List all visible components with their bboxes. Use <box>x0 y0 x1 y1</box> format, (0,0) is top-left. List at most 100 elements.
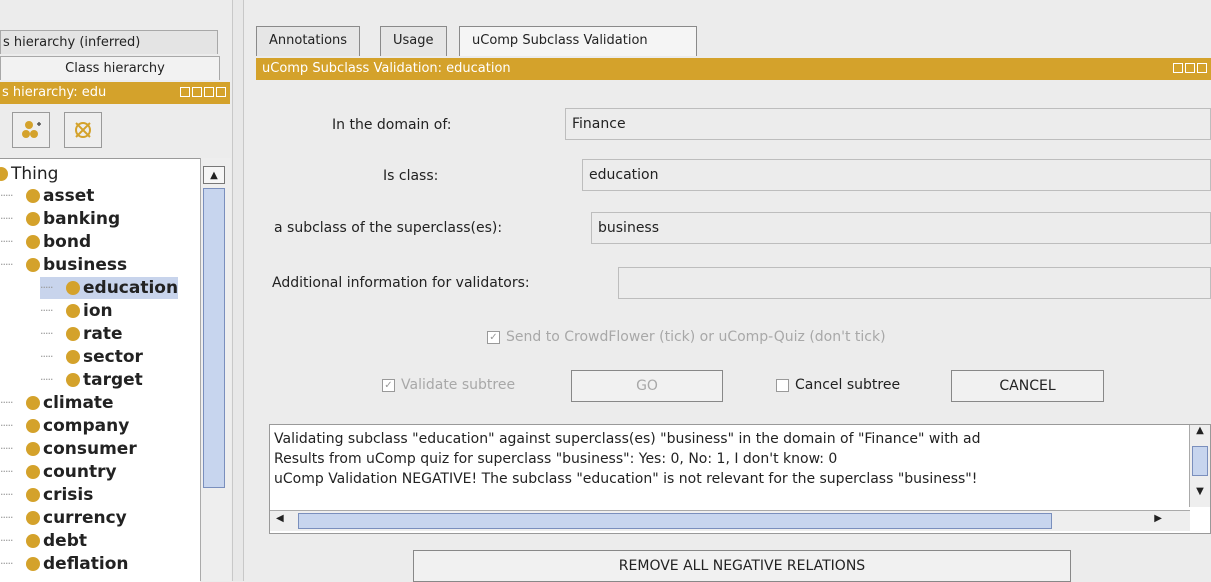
tab-annotations[interactable]: Annotations <box>256 26 361 56</box>
class-icon <box>66 373 80 387</box>
tree-node-sector[interactable]: ····· sector <box>40 346 143 368</box>
tree-node-deflation[interactable]: ····· deflation <box>0 553 129 575</box>
tree-node-label: rate <box>83 324 123 344</box>
scroll-thumb[interactable] <box>298 513 1052 529</box>
tree-connector: ····· <box>0 557 13 570</box>
class-hierarchy-title-text: s hierarchy: edu <box>2 85 107 100</box>
remove-negative-relations-button[interactable]: REMOVE ALL NEGATIVE RELATIONS <box>413 550 1071 582</box>
class-icon <box>26 442 40 456</box>
class-icon <box>26 419 40 433</box>
class-icon <box>26 511 40 525</box>
tree-connector: ····· <box>40 304 53 317</box>
scroll-right-arrow-icon[interactable]: ▶ <box>1154 513 1162 524</box>
tree-node-label: banking <box>43 209 121 229</box>
checkbox-checked-icon: ✓ <box>382 378 395 392</box>
tree-node-label: currency <box>43 508 127 528</box>
send-crowdflower-checkbox[interactable]: ✓ Send to CrowdFlower (tick) or uComp-Qui… <box>487 329 886 345</box>
class-icon <box>66 281 80 295</box>
tree-node-label: climate <box>43 393 114 413</box>
tree-node-climate[interactable]: ····· climate <box>0 392 114 414</box>
add-subclass-button[interactable] <box>12 112 50 148</box>
tree-connector: ····· <box>0 258 13 271</box>
tree-node-debt[interactable]: ····· debt <box>0 530 87 552</box>
tree-node-label: crisis <box>43 485 94 505</box>
scroll-left-arrow-icon[interactable]: ◀ <box>276 513 284 524</box>
domain-field[interactable]: Finance <box>565 108 1211 140</box>
tree-node-banking[interactable]: ····· banking <box>0 208 120 230</box>
tree-node-label: deflation <box>43 554 129 574</box>
tree-connector: ····· <box>0 465 13 478</box>
tree-connector: ····· <box>40 350 53 363</box>
scroll-down-arrow-icon[interactable]: ▼ <box>1190 486 1210 497</box>
cancel-subtree-checkbox[interactable]: Cancel subtree <box>776 377 900 393</box>
tree-node-currency[interactable]: ····· currency <box>0 507 127 529</box>
class-icon <box>66 304 80 318</box>
tree-node-company[interactable]: ····· company <box>0 415 129 437</box>
tree-node-crisis[interactable]: ····· crisis <box>0 484 93 506</box>
class-icon <box>26 396 40 410</box>
class-field[interactable]: education <box>582 159 1211 191</box>
tree-node-education[interactable]: ····· education <box>40 277 179 299</box>
cancel-button[interactable]: CANCEL <box>951 370 1104 402</box>
tree-connector: ····· <box>0 488 13 501</box>
validation-panel-title: uComp Subclass Validation: education <box>256 58 1211 80</box>
tree-node-business[interactable]: ····· business <box>0 254 127 276</box>
log-vertical-scrollbar[interactable]: ▲ ▼ <box>1189 425 1210 507</box>
tree-node-ion[interactable]: ····· ion <box>40 300 113 322</box>
delete-class-button[interactable] <box>64 112 102 148</box>
class-icon <box>66 327 80 341</box>
tree-connector: ····· <box>0 442 13 455</box>
superclass-field[interactable]: business <box>591 212 1211 244</box>
tree-node-bond[interactable]: ····· bond <box>0 231 91 253</box>
delete-class-icon <box>75 122 91 138</box>
add-subclass-icon <box>22 121 41 138</box>
tree-connector: ····· <box>40 373 53 386</box>
class-hierarchy-title: s hierarchy: edu <box>0 82 230 104</box>
class-tree[interactable]: Thing ····· asset ····· banking ····· bond ···… <box>0 158 200 582</box>
tab-ucomp-subclass-validation[interactable]: uComp Subclass Validation <box>459 26 697 56</box>
tab-class-hierarchy[interactable]: Class hierarchy <box>0 56 220 80</box>
scroll-thumb[interactable] <box>1192 446 1208 476</box>
log-line: Results from uComp quiz for superclass "… <box>274 451 838 467</box>
log-horizontal-scrollbar[interactable]: ◀ ▶ <box>270 510 1190 531</box>
additional-info-label: Additional information for validators: <box>272 275 530 291</box>
view-controls[interactable] <box>180 87 226 97</box>
tree-node-label: bond <box>43 232 92 252</box>
superclass-label: a subclass of the superclass(es): <box>274 220 503 236</box>
tab-usage[interactable]: Usage <box>380 26 447 56</box>
tree-node-country[interactable]: ····· country <box>0 461 117 483</box>
class-hierarchy-panel: s hierarchy (inferred) Class hierarchy s… <box>0 0 232 582</box>
class-label: Is class: <box>383 168 439 184</box>
tab-class-hierarchy-inferred[interactable]: s hierarchy (inferred) <box>0 30 218 54</box>
class-icon <box>26 534 40 548</box>
class-icon <box>26 465 40 479</box>
class-icon <box>26 258 40 272</box>
split-pane-divider[interactable] <box>232 0 244 581</box>
view-controls[interactable] <box>1173 63 1207 73</box>
tree-node-label: business <box>43 255 128 275</box>
tree-connector: ····· <box>0 534 13 547</box>
tree-node-target[interactable]: ····· target <box>40 369 143 391</box>
validation-log[interactable]: Validating subclass "education" against … <box>269 424 1211 534</box>
tree-node-asset[interactable]: ····· asset <box>0 185 94 207</box>
tree-node-label: education <box>83 278 179 298</box>
send-crowdflower-label: Send to CrowdFlower (tick) or uComp-Quiz… <box>506 329 886 345</box>
tree-connector: ····· <box>40 281 53 294</box>
scroll-up-arrow-icon[interactable]: ▲ <box>1190 425 1210 436</box>
validate-subtree-label: Validate subtree <box>401 377 516 393</box>
scroll-thumb[interactable] <box>203 188 225 488</box>
tree-node-label: ion <box>83 301 113 321</box>
tree-node-label: asset <box>43 186 95 206</box>
scroll-up-button[interactable]: ▲ <box>203 166 225 184</box>
tree-node-label: sector <box>83 347 143 367</box>
cancel-subtree-label: Cancel subtree <box>795 377 901 393</box>
tree-node-label: consumer <box>43 439 137 459</box>
go-button[interactable]: GO <box>571 370 723 402</box>
tree-node-thing[interactable]: Thing <box>0 163 58 185</box>
tree-vertical-scrollbar[interactable]: ▲ <box>200 158 231 581</box>
tree-connector: ····· <box>0 235 13 248</box>
additional-info-field[interactable] <box>618 267 1211 299</box>
tree-node-rate[interactable]: ····· rate <box>40 323 123 345</box>
validate-subtree-checkbox[interactable]: ✓ Validate subtree <box>382 377 515 393</box>
tree-node-consumer[interactable]: ····· consumer <box>0 438 137 460</box>
